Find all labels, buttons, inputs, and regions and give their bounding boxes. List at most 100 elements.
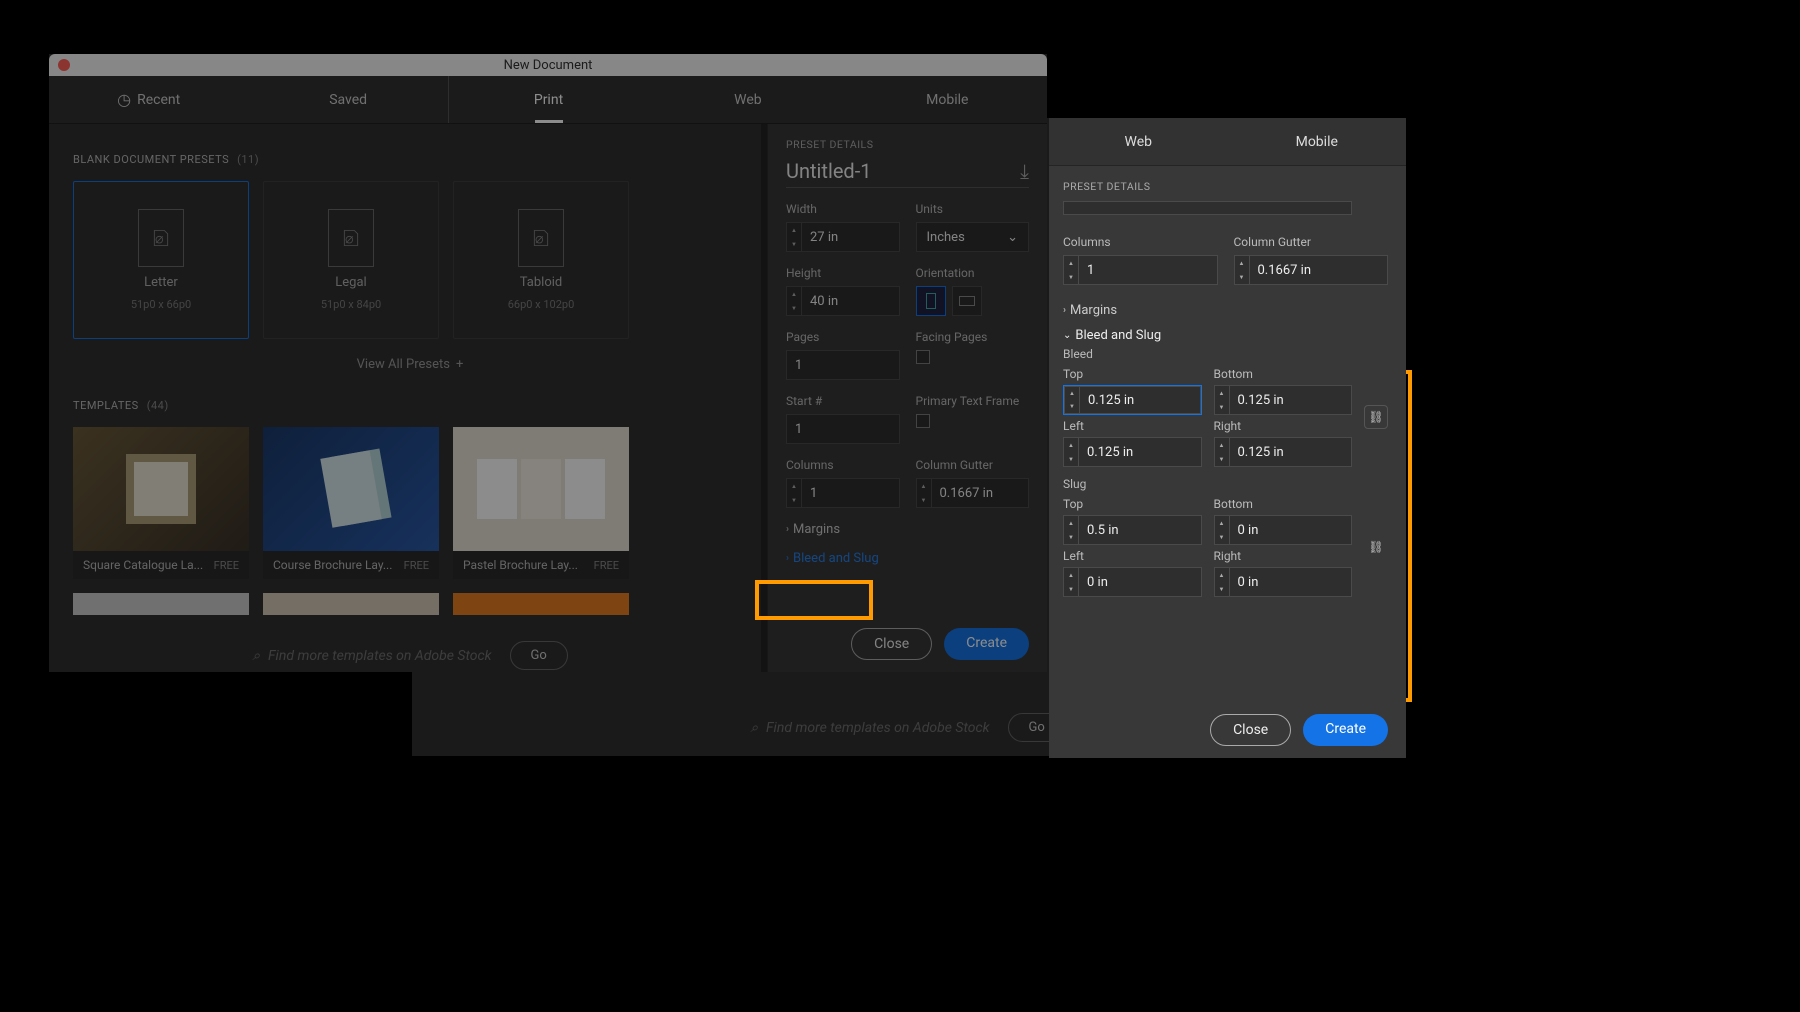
preset-dimensions: 51p0 x 66p0 <box>131 298 191 311</box>
stock-search-text: ⌕ Find more templates on Adobe Stock <box>252 648 491 664</box>
stepper-down-icon[interactable]: ▼ <box>1065 400 1079 413</box>
tab-mobile[interactable]: Mobile <box>848 76 1047 123</box>
create-button-2[interactable]: Create <box>1303 714 1388 746</box>
template-card[interactable]: Course Brochure Lay...FREE <box>263 427 439 579</box>
gutter-input[interactable]: ▲▼ 0.1667 in <box>916 478 1030 508</box>
pages-input[interactable]: 1 <box>786 350 900 380</box>
stepper-down-icon[interactable]: ▼ <box>787 493 801 507</box>
slug-right-input[interactable]: ▲▼ 0 in <box>1214 567 1353 597</box>
stepper-down-icon[interactable]: ▼ <box>787 237 801 251</box>
page-icon <box>138 209 184 267</box>
tab-print[interactable]: Print <box>449 76 648 123</box>
width-label: Width <box>786 202 900 216</box>
stepper-up-icon[interactable]: ▲ <box>787 287 801 301</box>
create-button[interactable]: Create <box>944 628 1029 660</box>
stepper-up-icon[interactable]: ▲ <box>1064 256 1078 270</box>
stepper-up-icon[interactable]: ▲ <box>1065 387 1079 400</box>
presets-heading: BLANK DOCUMENT PRESETS <box>73 153 229 166</box>
stepper-down-icon[interactable]: ▼ <box>1064 530 1078 544</box>
orientation-landscape[interactable] <box>952 286 982 316</box>
stepper-up-icon[interactable]: ▲ <box>917 479 931 493</box>
close-button[interactable]: Close <box>851 628 932 660</box>
template-name: Course Brochure Lay... <box>273 558 392 572</box>
width-input[interactable]: ▲▼ 27 in <box>786 222 900 252</box>
stepper-up-icon[interactable]: ▲ <box>1064 516 1078 530</box>
tab-recent[interactable]: ◷ Recent <box>49 76 248 123</box>
tab-web-2[interactable]: Web <box>1049 118 1228 165</box>
stepper-up-icon[interactable]: ▲ <box>1215 516 1229 530</box>
stepper-down-icon[interactable]: ▼ <box>1235 270 1249 284</box>
preset-tabloid[interactable]: Tabloid 66p0 x 102p0 <box>453 181 629 339</box>
free-badge: FREE <box>214 559 239 572</box>
bleed-slug-section-expanded[interactable]: ⌄ Bleed and Slug <box>1063 328 1388 343</box>
template-thumbnail <box>453 593 629 615</box>
close-button-2[interactable]: Close <box>1210 714 1291 746</box>
tab-mobile-2[interactable]: Mobile <box>1228 118 1407 165</box>
template-card[interactable]: Pastel Brochure Lay...FREE <box>453 427 629 579</box>
stepper-down-icon[interactable]: ▼ <box>917 493 931 507</box>
chevron-down-icon: ⌄ <box>1063 330 1071 341</box>
stepper-up-icon[interactable]: ▲ <box>1215 438 1229 452</box>
bleed-slug-section[interactable]: › Bleed and Slug <box>786 551 1029 566</box>
pages-label: Pages <box>786 330 900 344</box>
stepper-down-icon[interactable]: ▼ <box>787 301 801 315</box>
chevron-right-icon: › <box>786 553 789 564</box>
units-label: Units <box>916 202 1030 216</box>
slug-left-input[interactable]: ▲▼ 0 in <box>1063 567 1202 597</box>
margins-section[interactable]: › Margins <box>786 522 1029 537</box>
stepper-down-icon[interactable]: ▼ <box>1064 582 1078 596</box>
preset-letter[interactable]: Letter 51p0 x 66p0 <box>73 181 249 339</box>
stepper-up-icon[interactable]: ▲ <box>1064 568 1078 582</box>
slug-bottom-input[interactable]: ▲▼ 0 in <box>1214 515 1353 545</box>
slug-top-input[interactable]: ▲▼ 0.5 in <box>1063 515 1202 545</box>
start-input[interactable]: 1 <box>786 414 900 444</box>
orientation-portrait[interactable] <box>916 286 946 316</box>
stepper-down-icon[interactable]: ▼ <box>1215 530 1229 544</box>
stepper-down-icon[interactable]: ▼ <box>1064 270 1078 284</box>
category-tabs: ◷ Recent Saved Print Web Mobile <box>49 76 1047 124</box>
template-card[interactable]: Square Catalogue La...FREE <box>73 427 249 579</box>
template-card[interactable] <box>263 593 439 615</box>
preset-details-heading: PRESET DETAILS <box>786 138 1029 151</box>
stepper-up-icon[interactable]: ▲ <box>1235 256 1249 270</box>
stepper-up-icon[interactable]: ▲ <box>1215 568 1229 582</box>
units-dropdown[interactable]: Inches ⌄ <box>916 222 1030 252</box>
bleed-left-input[interactable]: ▲▼ 0.125 in <box>1063 437 1202 467</box>
templates-count: (44) <box>147 399 169 412</box>
template-card[interactable] <box>453 593 629 615</box>
stepper-down-icon[interactable]: ▼ <box>1215 582 1229 596</box>
stepper-up-icon[interactable]: ▲ <box>1064 438 1078 452</box>
stepper-down-icon[interactable]: ▼ <box>1064 452 1078 466</box>
stepper-down-icon[interactable]: ▼ <box>1215 400 1229 414</box>
columns-input-2[interactable]: ▲▼ 1 <box>1063 255 1218 285</box>
stepper-up-icon[interactable]: ▲ <box>787 223 801 237</box>
gutter-input-2[interactable]: ▲▼ 0.1667 in <box>1234 255 1389 285</box>
titlebar: New Document <box>49 54 1047 76</box>
go-button[interactable]: Go <box>510 641 568 670</box>
margins-section-2[interactable]: › Margins <box>1063 303 1388 318</box>
template-card[interactable] <box>73 593 249 615</box>
bleed-top-input[interactable]: ▲▼ 0.125 in <box>1063 385 1202 415</box>
primary-text-frame-label: Primary Text Frame <box>916 394 1030 408</box>
primary-text-frame-checkbox[interactable] <box>916 414 930 428</box>
stepper-up-icon[interactable]: ▲ <box>787 479 801 493</box>
tab-web[interactable]: Web <box>648 76 847 123</box>
bleed-bottom-input[interactable]: ▲▼ 0.125 in <box>1214 385 1353 415</box>
stepper-up-icon[interactable]: ▲ <box>1215 386 1229 400</box>
unlink-slug-icon[interactable]: ⛓ <box>1364 535 1388 559</box>
chevron-right-icon: › <box>1063 305 1066 316</box>
height-input[interactable]: ▲▼ 40 in <box>786 286 900 316</box>
stepper-down-icon[interactable]: ▼ <box>1215 452 1229 466</box>
columns-input[interactable]: ▲▼ 1 <box>786 478 900 508</box>
facing-pages-checkbox[interactable] <box>916 350 930 364</box>
save-preset-icon[interactable]: ⤓ <box>1020 159 1029 183</box>
link-bleed-icon[interactable]: ⛓ <box>1364 405 1388 429</box>
view-all-presets[interactable]: View All Presets + <box>73 357 747 372</box>
slug-top-label: Top <box>1063 497 1202 511</box>
new-document-dialog: New Document ◷ Recent Saved Print Web Mo… <box>49 54 1047 672</box>
tab-saved[interactable]: Saved <box>248 76 448 123</box>
preset-legal[interactable]: Legal 51p0 x 84p0 <box>263 181 439 339</box>
bleed-right-input[interactable]: ▲▼ 0.125 in <box>1214 437 1353 467</box>
document-name-input[interactable]: Untitled-1 <box>786 159 871 183</box>
template-thumbnail <box>453 427 629 551</box>
